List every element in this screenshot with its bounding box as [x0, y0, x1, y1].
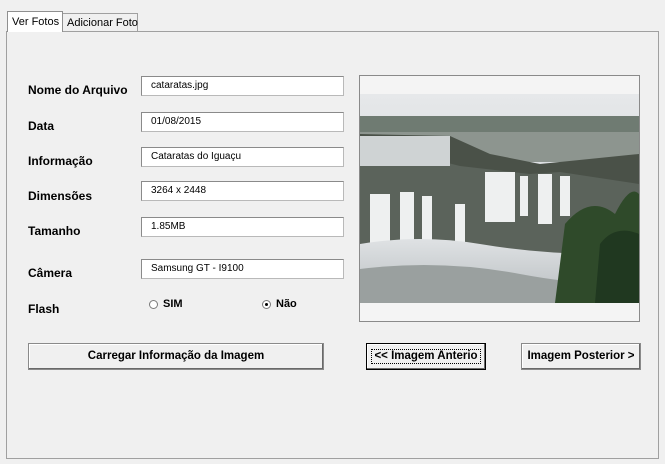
data-label: Data	[28, 119, 55, 133]
load-image-info-button[interactable]: Carregar Informação da Imagem	[28, 343, 324, 370]
camera-field[interactable]: Samsung GT - I9100	[141, 259, 344, 279]
image-preview	[359, 75, 640, 322]
flash-sim-label: SIM	[163, 298, 183, 310]
data-field[interactable]: 01/08/2015	[141, 112, 344, 132]
radio-unchecked-icon	[149, 299, 158, 309]
previous-image-label: << Imagem Anterio	[371, 349, 481, 364]
tamanho-field[interactable]: 1.85MB	[141, 217, 344, 237]
nome-arquivo-field[interactable]: cataratas.jpg	[141, 76, 344, 96]
flash-nao-radio[interactable]: Não	[262, 298, 297, 310]
nome-arquivo-label: Nome do Arquivo	[28, 83, 128, 97]
dimensoes-field[interactable]: 3264 x 2448	[141, 181, 344, 201]
informacao-field[interactable]: Cataratas do Iguaçu	[141, 147, 344, 167]
camera-label: Câmera	[28, 266, 73, 280]
flash-label: Flash	[28, 302, 60, 316]
dimensoes-label: Dimensões	[28, 189, 93, 203]
flash-sim-radio[interactable]: SIM	[149, 298, 183, 310]
tab-ver-fotos[interactable]: Ver Fotos	[7, 11, 63, 32]
previous-image-button[interactable]: << Imagem Anterio	[366, 343, 486, 370]
radio-checked-icon	[262, 299, 271, 309]
flash-nao-label: Não	[276, 298, 297, 310]
next-image-button[interactable]: Imagem Posterior >	[521, 343, 641, 370]
waterfall-photo	[360, 94, 639, 303]
informacao-label: Informação	[28, 154, 93, 168]
tamanho-label: Tamanho	[28, 224, 81, 238]
tab-adicionar-foto[interactable]: Adicionar Foto	[62, 13, 138, 31]
